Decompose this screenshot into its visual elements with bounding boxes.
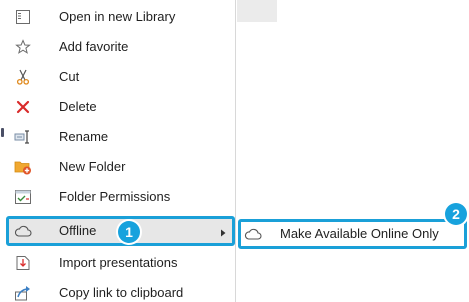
scissors-icon (14, 68, 32, 86)
new-folder-icon (14, 158, 32, 176)
menu-item-import-presentations[interactable]: Import presentations (6, 248, 235, 278)
screenshot-stage: Open in new Library Add favorite Cut Del… (0, 0, 469, 302)
menu-item-delete[interactable]: Delete (6, 92, 235, 122)
menu-item-rename[interactable]: Rename (6, 122, 235, 152)
menu-item-add-favorite[interactable]: Add favorite (6, 32, 235, 62)
menu-item-label: Open in new Library (59, 9, 176, 24)
library-icon (14, 8, 32, 26)
background-list-highlight (237, 0, 277, 22)
submenu-item-label: Make Available Online Only (280, 226, 439, 241)
menu-item-label: New Folder (59, 159, 126, 174)
folder-permissions-icon (14, 188, 32, 206)
callout-badge-step-2: 2 (445, 203, 467, 225)
import-icon (14, 254, 32, 272)
share-link-icon (14, 284, 32, 302)
delete-x-icon (14, 98, 32, 116)
menu-item-label: Rename (59, 129, 109, 144)
chevron-right-icon (218, 226, 228, 237)
cloud-icon (244, 225, 262, 243)
background-list-marker (1, 128, 4, 137)
menu-item-folder-permissions[interactable]: Folder Permissions (6, 182, 235, 212)
star-icon (14, 38, 32, 56)
context-menu: Open in new Library Add favorite Cut Del… (6, 0, 236, 302)
menu-item-label: Cut (59, 69, 80, 84)
submenu-item-make-available-online-only[interactable]: Make Available Online Only (241, 222, 464, 246)
menu-item-label: Delete (59, 99, 97, 114)
menu-item-cut[interactable]: Cut (6, 62, 235, 92)
menu-item-label: Copy link to clipboard (59, 285, 184, 300)
offline-submenu: Make Available Online Only (238, 219, 467, 249)
cloud-icon (14, 222, 32, 240)
rename-icon (14, 128, 32, 146)
menu-item-label: Folder Permissions (59, 189, 171, 204)
callout-badge-step-1: 1 (118, 221, 140, 243)
menu-item-label: Add favorite (59, 39, 129, 54)
menu-item-label: Offline (59, 223, 97, 238)
menu-item-label: Import presentations (59, 255, 178, 270)
menu-item-open-in-new-library[interactable]: Open in new Library (6, 2, 235, 32)
menu-item-copy-link[interactable]: Copy link to clipboard (6, 278, 235, 302)
menu-item-new-folder[interactable]: New Folder (6, 152, 235, 182)
